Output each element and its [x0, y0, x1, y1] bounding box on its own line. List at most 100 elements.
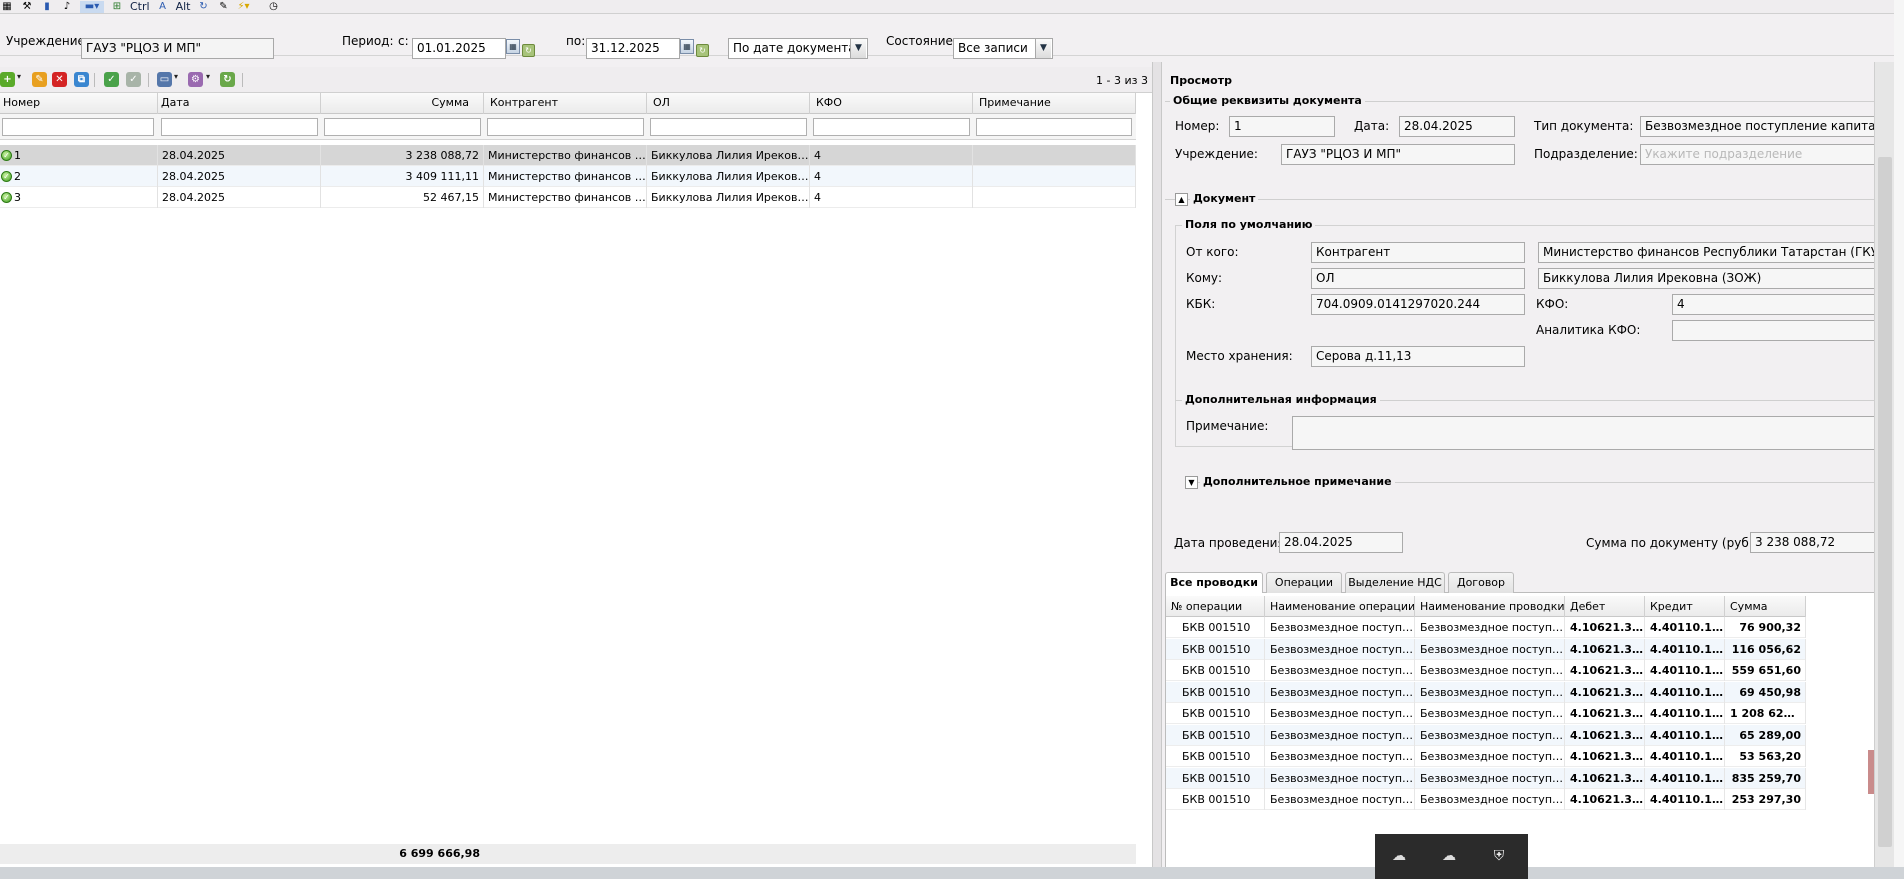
kfo-analytics-field[interactable] [1672, 320, 1874, 341]
table-row[interactable]: ✓ 3 28.04.2025 52 467,15 Министерство фи… [0, 187, 1136, 208]
note-field[interactable] [1292, 416, 1874, 450]
clock-icon[interactable]: ◷ [266, 1, 280, 13]
posting-name: Безвозмездное поступле... [1415, 767, 1565, 789]
col-debit[interactable]: Дебет [1565, 596, 1645, 617]
col-op-number[interactable]: № операции [1166, 596, 1265, 617]
vertical-scrollbar[interactable] [1874, 62, 1894, 868]
institution-preview-field[interactable]: ГАУЗ "РЦОЗ И МП" [1281, 144, 1515, 165]
alt-label[interactable]: Alt [176, 0, 191, 13]
from-value-field[interactable]: Министерство финансов Республики Татарст… [1538, 242, 1874, 263]
date-to-field[interactable]: 31.12.2025 [586, 38, 680, 59]
font-icon[interactable]: A [156, 1, 170, 13]
actions-dropdown-icon[interactable]: ▾ [206, 72, 210, 81]
row-number: 1 [10, 145, 158, 166]
tab-operations[interactable]: Операции [1266, 572, 1342, 593]
copy-icon[interactable]: ⧉ [74, 72, 89, 87]
print-icon[interactable]: ▭ [157, 72, 172, 87]
posting-row[interactable]: БКВ 001510 Безвозмездное поступле... Безво… [1166, 681, 1806, 703]
cloud-off-icon[interactable]: ☁ [1438, 846, 1460, 866]
col-op-name[interactable]: Наименование операции [1265, 596, 1415, 617]
date-field[interactable]: 28.04.2025 [1399, 116, 1515, 137]
window-icon[interactable]: ▬▾ [80, 0, 104, 13]
posting-row[interactable]: БКВ 001510 Безвозмездное поступле... Безво… [1166, 617, 1806, 638]
document-collapse-icon[interactable]: ▲ [1175, 193, 1188, 206]
grid-total-sum: 6 699 666,98 [399, 847, 480, 860]
filter-note-input[interactable] [976, 118, 1132, 136]
filter-contragent-input[interactable] [487, 118, 644, 136]
refresh-grid-icon[interactable]: ↻ [220, 72, 235, 87]
post-icon[interactable]: ✓ [104, 72, 119, 87]
posting-row[interactable]: БКВ 001510 Безвозмездное поступле... Безво… [1166, 789, 1806, 810]
filter-date-input[interactable] [161, 118, 318, 136]
date-to-refresh-icon[interactable]: ↻ [696, 44, 709, 57]
tree-icon[interactable]: ⚒ [20, 1, 34, 13]
book-icon[interactable]: ▮ [40, 1, 54, 13]
kbk-field[interactable]: 704.0909.0141297020.244 [1311, 294, 1525, 315]
col-number[interactable]: Номер [0, 93, 158, 114]
col-kfo[interactable]: КФО [810, 93, 973, 114]
panel-splitter[interactable] [1152, 62, 1162, 868]
filter-number-input[interactable] [2, 118, 154, 136]
cloud-off-icon[interactable]: ☁ [1388, 846, 1410, 866]
from-type-field[interactable]: Контрагент [1311, 242, 1525, 263]
date-from-field[interactable]: 01.01.2025 [412, 38, 506, 59]
kfo-field[interactable]: 4 [1672, 294, 1874, 315]
to-type-field[interactable]: ОЛ [1311, 268, 1525, 289]
edit-icon[interactable]: ✎ [32, 72, 47, 87]
date-from-refresh-icon[interactable]: ↻ [522, 44, 535, 57]
actions-icon[interactable]: ⚙ [188, 72, 203, 87]
ctrl-label[interactable]: Ctrl [130, 0, 150, 13]
col-note[interactable]: Примечание [973, 93, 1136, 114]
filter-sum-input[interactable] [324, 118, 481, 136]
add-icon[interactable]: + [0, 72, 15, 87]
number-field[interactable]: 1 [1229, 116, 1335, 137]
sound-icon[interactable]: ♪ [60, 1, 74, 13]
posting-debit: 4.10621.310 [1565, 681, 1645, 703]
posting-row[interactable]: БКВ 001510 Безвозмездное поступле... Безво… [1166, 746, 1806, 767]
lightning-icon[interactable]: ⚡▾ [236, 1, 250, 13]
col-ol[interactable]: ОЛ [647, 93, 810, 114]
print-dropdown-icon[interactable]: ▾ [174, 72, 178, 81]
tab-vat[interactable]: Выделение НДС [1345, 572, 1445, 593]
unpost-icon[interactable]: ✓ [126, 72, 141, 87]
tab-contract[interactable]: Договор [1448, 572, 1514, 593]
filter-ol-input[interactable] [650, 118, 807, 136]
storage-field[interactable]: Серова д.11,13 [1311, 346, 1525, 367]
extra-note-expand-icon[interactable]: ▼ [1185, 476, 1198, 489]
refresh-icon[interactable]: ↻ [196, 1, 210, 13]
to-value-field[interactable]: Биккулова Лилия Ирековна (ЗОЖ) [1538, 268, 1874, 289]
date-mode-dropdown-icon[interactable]: ▼ [850, 39, 866, 58]
grid-icon[interactable]: ⊞ [110, 1, 124, 13]
report-icon[interactable]: ▦ [0, 1, 14, 13]
col-sum[interactable]: Сумма [321, 93, 484, 114]
date-mode-select[interactable]: По дате документа [728, 38, 868, 59]
subdivision-field[interactable]: Укажите подразделение [1640, 144, 1874, 165]
calendar-to-icon[interactable]: ▦ [680, 39, 694, 54]
posting-row[interactable]: БКВ 001510 Безвозмездное поступле... Безво… [1166, 767, 1806, 789]
scrollbar-thumb[interactable] [1878, 157, 1892, 847]
security-shield-icon[interactable]: ⛨ [1488, 846, 1510, 866]
calendar-from-icon[interactable]: ▦ [506, 39, 520, 54]
filter-kfo-input[interactable] [813, 118, 970, 136]
col-contragent[interactable]: Контрагент [484, 93, 647, 114]
doc-type-field[interactable]: Безвозмездное поступление капитальных [1640, 116, 1874, 137]
table-row[interactable]: ✓ 2 28.04.2025 3 409 111,11 Министерство… [0, 166, 1136, 187]
table-row[interactable]: ✓ 1 28.04.2025 3 238 088,72 Министерство… [0, 145, 1136, 166]
posting-date-field[interactable]: 28.04.2025 [1279, 532, 1403, 553]
state-dropdown-icon[interactable]: ▼ [1035, 39, 1051, 58]
posting-row[interactable]: БКВ 001510 Безвозмездное поступле... Безво… [1166, 724, 1806, 746]
posting-op-number: БКВ 001510 [1166, 767, 1265, 789]
pen-icon[interactable]: ✎ [216, 1, 230, 13]
add-dropdown-icon[interactable]: ▾ [17, 72, 21, 81]
doc-sum-field[interactable]: 3 238 088,72 [1750, 532, 1874, 553]
posting-row[interactable]: БКВ 001510 Безвозмездное поступле... Безво… [1166, 660, 1806, 681]
tab-all-postings[interactable]: Все проводки [1165, 572, 1263, 594]
col-date[interactable]: Дата [158, 93, 321, 114]
posting-row[interactable]: БКВ 001510 Безвозмездное поступле... Безво… [1166, 638, 1806, 660]
col-op-sum[interactable]: Сумма [1725, 596, 1806, 617]
institution-field[interactable]: ГАУЗ "РЦОЗ И МП" [81, 38, 274, 59]
col-post-name[interactable]: Наименование проводки [1415, 596, 1565, 617]
delete-icon[interactable]: ✕ [52, 72, 67, 87]
posting-row[interactable]: БКВ 001510 Безвозмездное поступле... Безво… [1166, 703, 1806, 724]
col-credit[interactable]: Кредит [1645, 596, 1725, 617]
